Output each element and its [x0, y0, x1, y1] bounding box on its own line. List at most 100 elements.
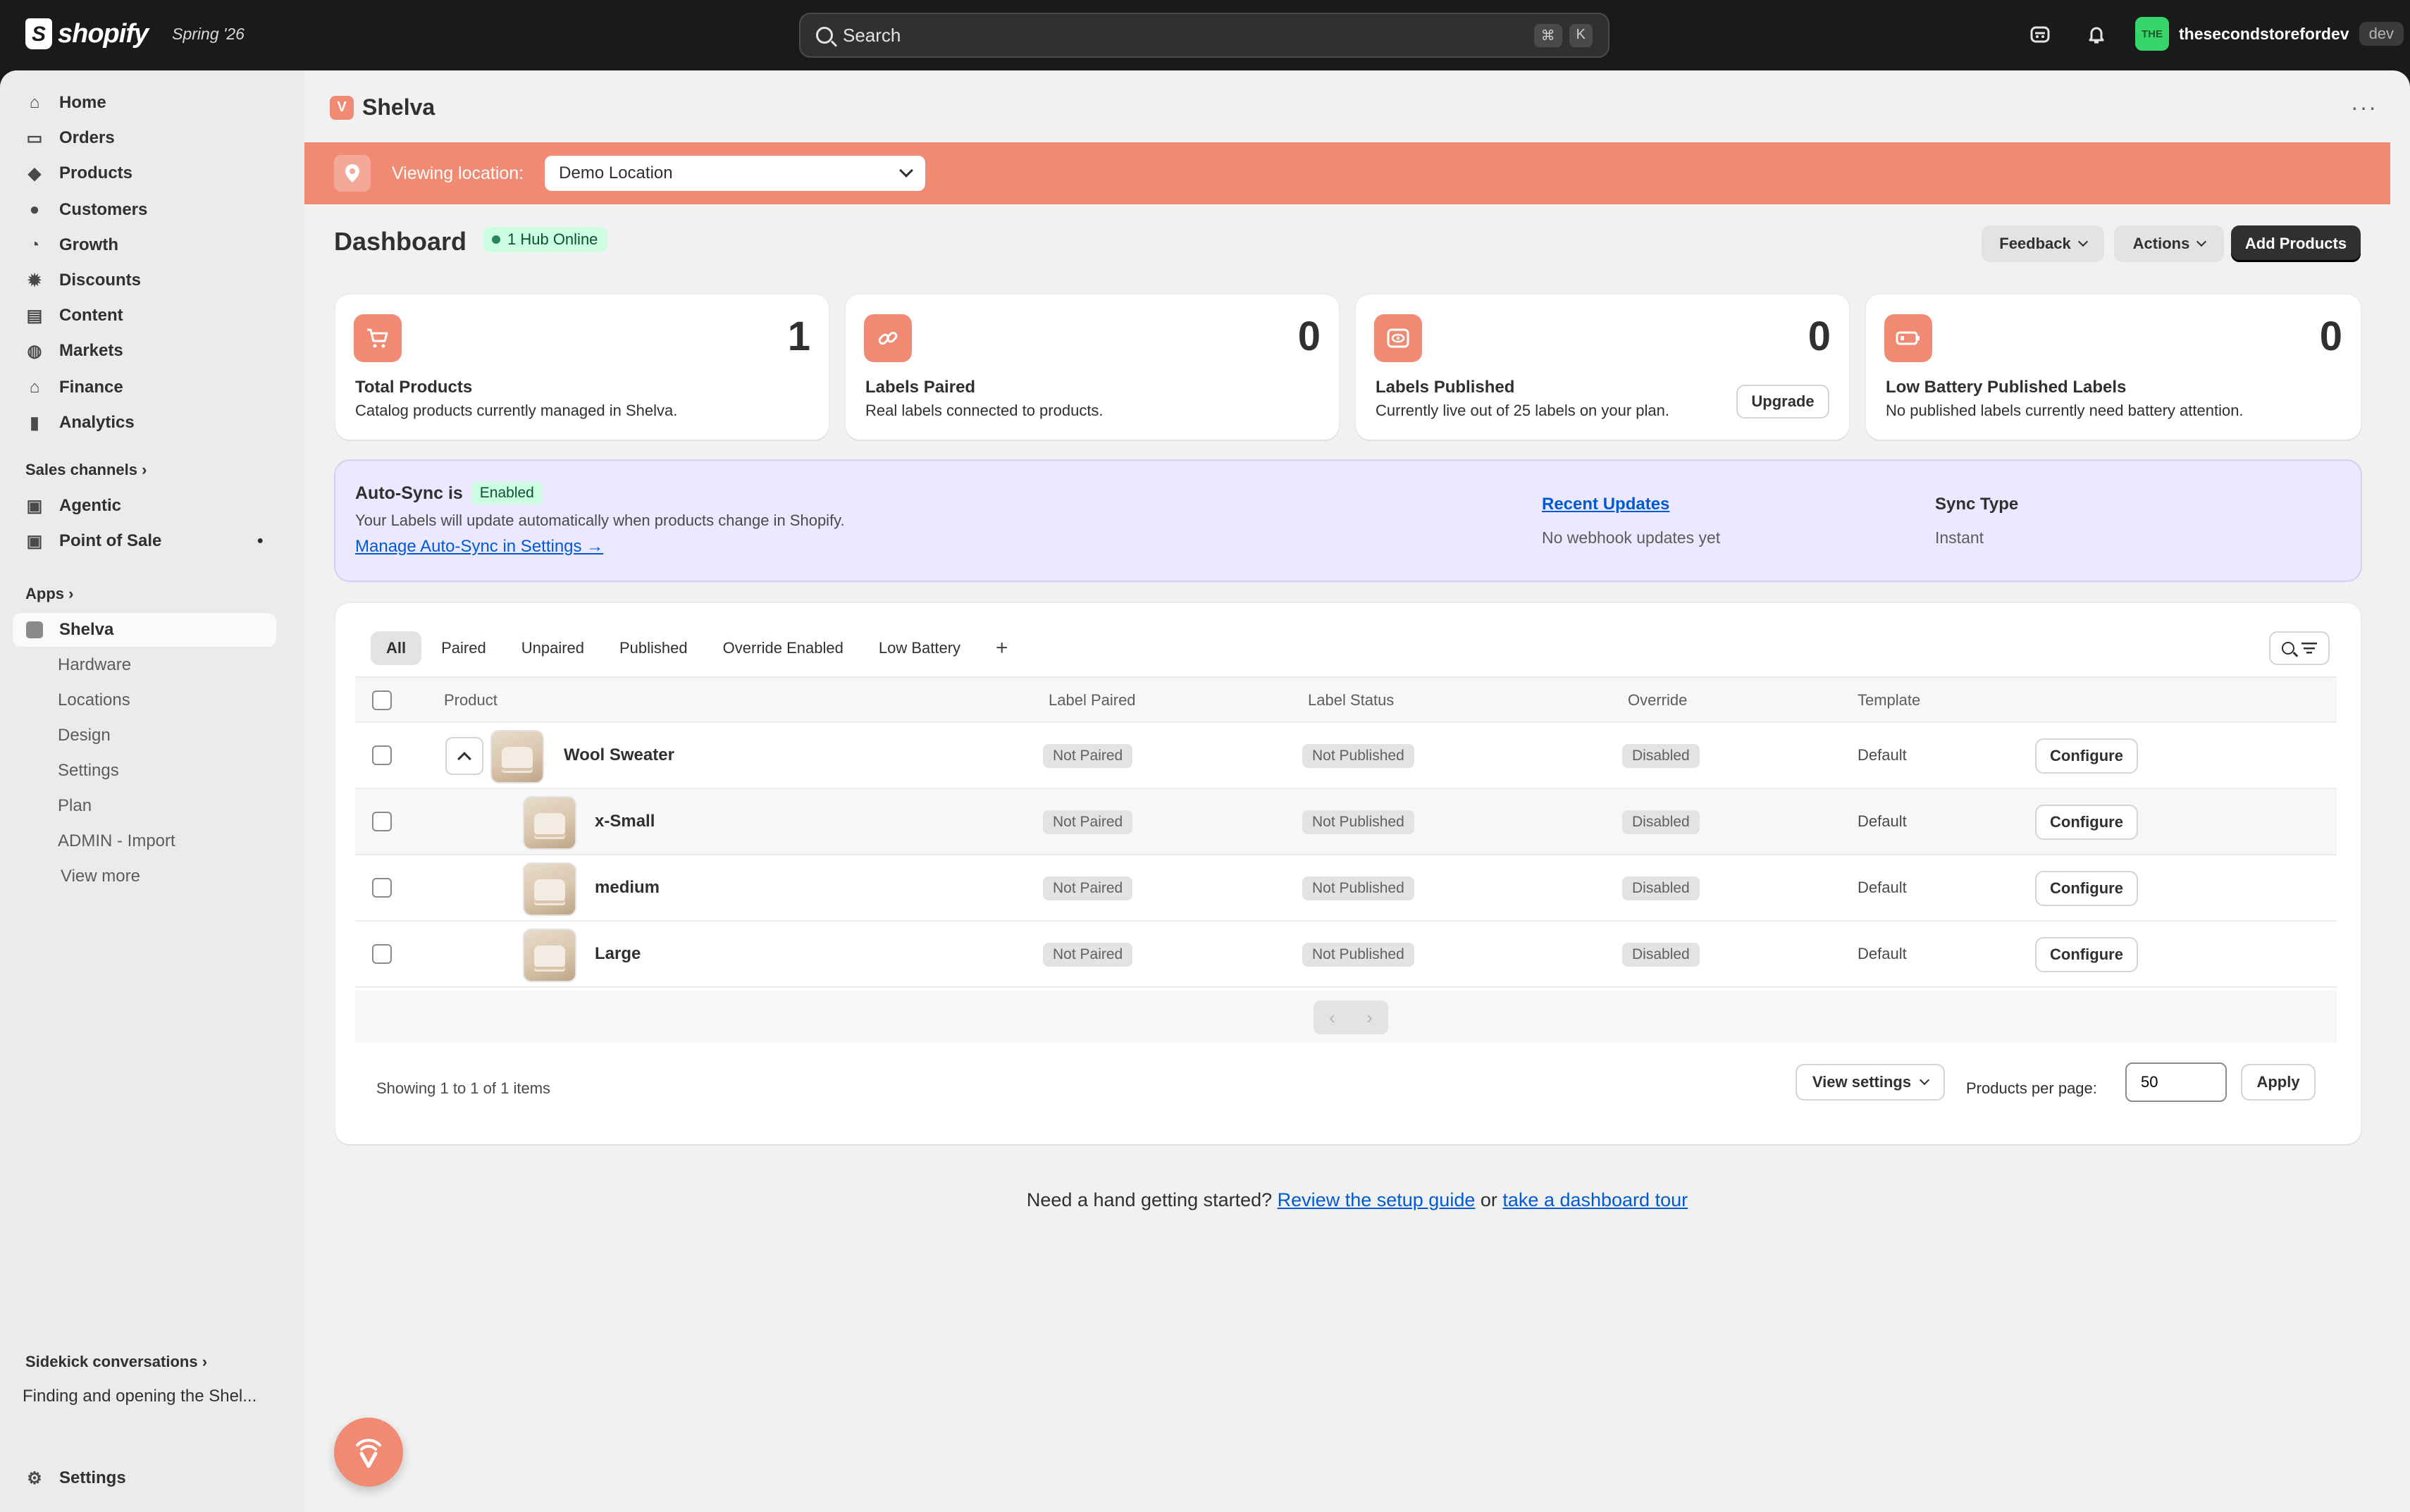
- stat-label: Total Products: [355, 378, 473, 397]
- shelva-assistant-button[interactable]: [334, 1418, 403, 1487]
- sidebar-sub-hardware[interactable]: Hardware: [58, 651, 131, 679]
- sidebar-sub-settings[interactable]: Settings: [58, 757, 119, 785]
- sidebar-item-agentic[interactable]: ▣ Agentic: [13, 489, 276, 523]
- column-header-template[interactable]: Template: [1858, 678, 1920, 723]
- feedback-button[interactable]: Feedback: [1982, 225, 2104, 262]
- configure-button[interactable]: Configure: [2035, 871, 2138, 906]
- tab-unpaired[interactable]: Unpaired: [506, 631, 600, 665]
- apps-heading[interactable]: Apps ›: [25, 585, 73, 603]
- sidebar-item-settings[interactable]: ⚙ Settings: [13, 1461, 276, 1495]
- auto-sync-title: Auto-Sync is: [355, 483, 463, 503]
- recent-updates-column: Recent Updates No webhook updates yet: [1542, 495, 1720, 547]
- tab-all[interactable]: All: [371, 631, 422, 665]
- previous-page-button[interactable]: ‹: [1314, 1000, 1351, 1034]
- column-header-label-paired[interactable]: Label Paired: [1049, 678, 1136, 723]
- sidekick-heading[interactable]: Sidekick conversations ›: [25, 1353, 207, 1371]
- sidebar-sub-admin-import[interactable]: ADMIN - Import: [58, 827, 175, 855]
- battery-icon: [1884, 314, 1932, 362]
- sidebar-item-customers[interactable]: ● Customers: [13, 193, 276, 227]
- sidebar-item-home[interactable]: ⌂ Home: [13, 86, 276, 120]
- location-select[interactable]: Demo Location: [545, 156, 926, 191]
- sidebar-item-label: Customers: [59, 200, 148, 219]
- view-settings-button[interactable]: View settings: [1796, 1064, 1945, 1101]
- variant-name[interactable]: x-Small: [595, 789, 655, 854]
- configure-button[interactable]: Configure: [2035, 738, 2138, 774]
- sidebar-item-orders[interactable]: ▭ Orders: [13, 121, 276, 155]
- label-status-badge: Not Published: [1302, 744, 1414, 768]
- notifications-bell-icon[interactable]: [2086, 24, 2107, 45]
- sidebar-item-finance[interactable]: ⌂ Finance: [13, 371, 276, 404]
- sales-channels-heading[interactable]: Sales channels ›: [25, 461, 147, 479]
- chevron-up-icon: [457, 752, 471, 766]
- table-row-variant[interactable]: Large Not Paired Not Published Disabled …: [355, 922, 2337, 988]
- sidebar-view-more[interactable]: View more: [61, 862, 140, 891]
- sidebar: ⌂ Home ▭ Orders ◆ Products ● Customers ◔ Grow…: [0, 70, 304, 1512]
- inbox-icon: ▭: [26, 128, 43, 148]
- sidebar-item-growth[interactable]: ◔ Growth: [13, 228, 276, 262]
- variant-name[interactable]: Large: [595, 922, 641, 986]
- add-products-button[interactable]: Add Products: [2231, 225, 2361, 262]
- variant-name[interactable]: medium: [595, 855, 660, 920]
- shopify-logo[interactable]: shopify Spring '26: [25, 18, 245, 49]
- select-all-checkbox[interactable]: [372, 690, 392, 710]
- discount-icon: ✹: [27, 271, 42, 290]
- search-filter-button[interactable]: [2269, 631, 2330, 665]
- column-header-product[interactable]: Product: [444, 678, 498, 723]
- recent-updates-link[interactable]: Recent Updates: [1542, 495, 1720, 514]
- stat-description: Currently live out of 25 labels on your …: [1376, 402, 1670, 419]
- hub-status-badge: 1 Hub Online: [483, 227, 608, 252]
- table-row[interactable]: Wool Sweater Not Paired Not Published Di…: [355, 723, 2337, 789]
- tab-published[interactable]: Published: [604, 631, 703, 665]
- table-row-variant[interactable]: x-Small Not Paired Not Published Disable…: [355, 789, 2337, 855]
- setup-guide-link[interactable]: Review the setup guide: [1278, 1189, 1476, 1210]
- stat-label: Labels Paired: [865, 378, 976, 397]
- products-per-page-input[interactable]: [2125, 1062, 2227, 1102]
- column-header-label-status[interactable]: Label Status: [1308, 678, 1394, 723]
- upgrade-button[interactable]: Upgrade: [1736, 385, 1829, 419]
- row-checkbox[interactable]: [372, 745, 392, 765]
- column-header-override[interactable]: Override: [1628, 678, 1687, 723]
- sidebar-item-products[interactable]: ◆ Products: [13, 156, 276, 190]
- actions-button[interactable]: Actions: [2114, 225, 2224, 262]
- chevron-down-icon: [1920, 1074, 1930, 1086]
- store-dev-tag: dev: [2359, 22, 2404, 46]
- manage-auto-sync-link[interactable]: Manage Auto-Sync in Settings →: [355, 537, 603, 557]
- add-view-icon[interactable]: +: [980, 631, 1024, 665]
- sidebar-item-point-of-sale[interactable]: ▣ Point of Sale ●: [13, 524, 276, 558]
- sidebar-sub-design[interactable]: Design: [58, 721, 111, 750]
- sidekick-icon[interactable]: [2029, 24, 2051, 45]
- tab-low-battery[interactable]: Low Battery: [863, 631, 976, 665]
- more-options-icon[interactable]: ···: [2351, 94, 2378, 120]
- sidebar-sub-locations[interactable]: Locations: [58, 686, 130, 714]
- row-checkbox[interactable]: [372, 812, 392, 831]
- auto-sync-status-badge: Enabled: [471, 482, 543, 504]
- global-search[interactable]: Search ⌘ K: [799, 13, 1609, 58]
- row-checkbox[interactable]: [372, 878, 392, 898]
- next-page-button[interactable]: ›: [1351, 1000, 1388, 1034]
- pin-dot-icon[interactable]: ●: [257, 535, 264, 547]
- row-checkbox[interactable]: [372, 944, 392, 964]
- sidebar-item-content[interactable]: ▤ Content: [13, 299, 276, 333]
- chevron-down-icon: [2196, 236, 2207, 247]
- stat-card-labels-paired: 0 Labels Paired Real labels connected to…: [846, 295, 1339, 440]
- sidebar-item-analytics[interactable]: ▮ Analytics: [13, 406, 276, 440]
- collapse-variants-button[interactable]: [445, 737, 483, 775]
- sidekick-recent-conversation[interactable]: Finding and opening the Shel...: [23, 1387, 257, 1406]
- sidebar-item-shelva[interactable]: Shelva: [13, 613, 276, 647]
- product-name[interactable]: Wool Sweater: [564, 723, 674, 788]
- chevron-right-icon: ›: [202, 1353, 208, 1370]
- dashboard-tour-link[interactable]: take a dashboard tour: [1502, 1189, 1688, 1210]
- configure-button[interactable]: Configure: [2035, 805, 2138, 840]
- apply-button[interactable]: Apply: [2241, 1064, 2316, 1101]
- shortcut-key-k: K: [1569, 23, 1593, 47]
- sidebar-item-markets[interactable]: ◍ Markets: [13, 334, 276, 368]
- configure-button[interactable]: Configure: [2035, 937, 2138, 972]
- sidebar-item-discounts[interactable]: ✹ Discounts: [13, 264, 276, 297]
- table-row-variant[interactable]: medium Not Paired Not Published Disabled…: [355, 855, 2337, 922]
- tab-paired[interactable]: Paired: [426, 631, 502, 665]
- tab-override-enabled[interactable]: Override Enabled: [707, 631, 859, 665]
- stat-value: 1: [787, 314, 810, 359]
- sidebar-sub-plan[interactable]: Plan: [58, 792, 92, 820]
- search-shortcut: ⌘ K: [1533, 23, 1593, 47]
- store-switcher[interactable]: THE thesecondstorefordev dev: [2135, 17, 2404, 51]
